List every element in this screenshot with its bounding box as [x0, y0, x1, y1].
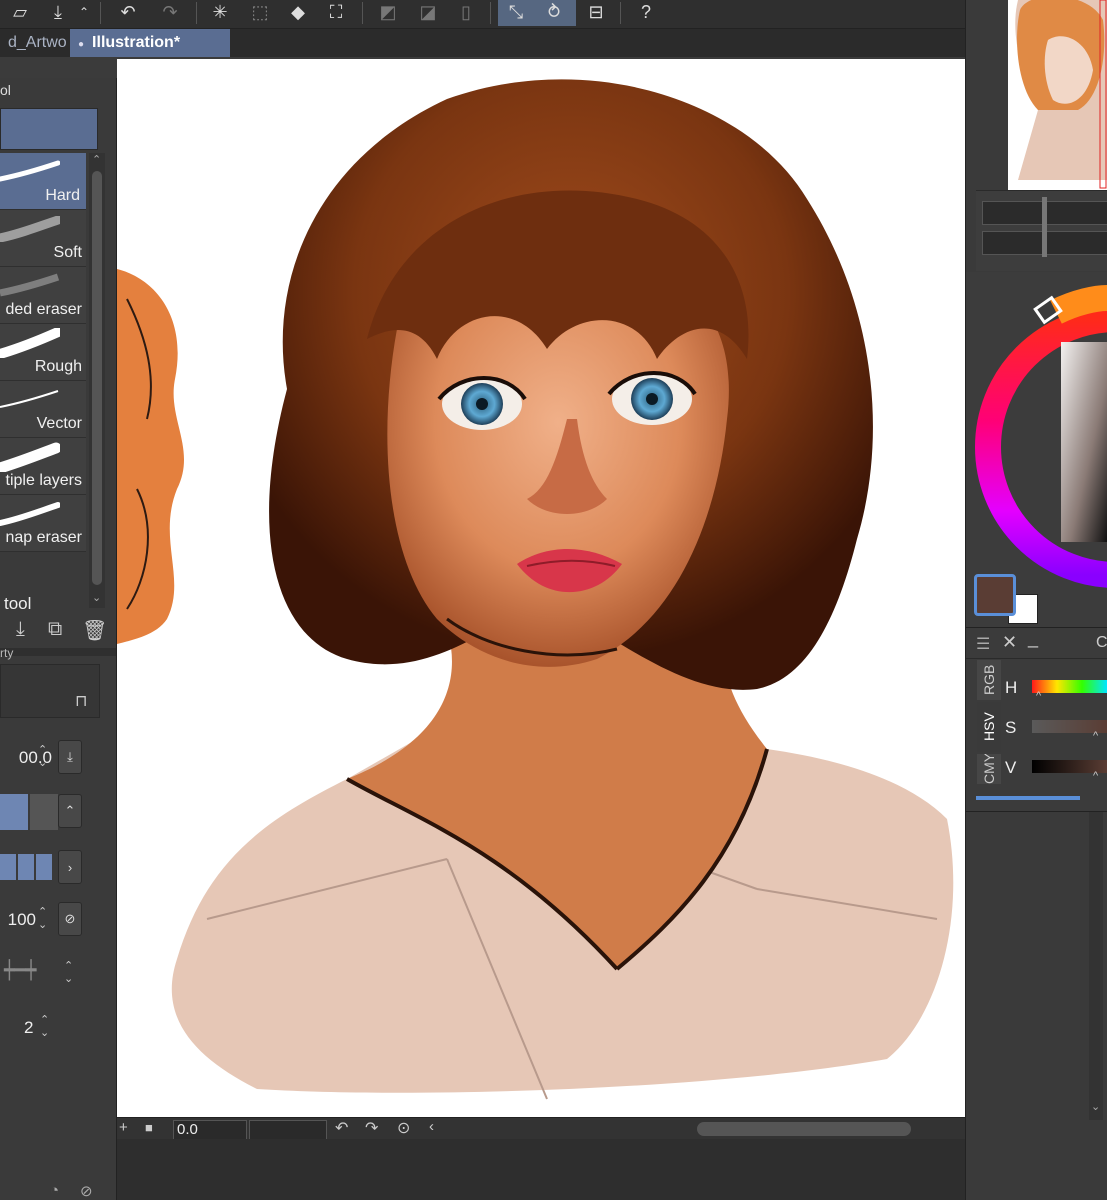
brush-item-hard[interactable]: Hard	[0, 153, 86, 210]
delete-tool-icon[interactable]: 🗑	[82, 618, 107, 643]
primary-color-swatch[interactable]	[974, 574, 1016, 616]
navigator-thumbnail[interactable]	[1008, 0, 1107, 190]
rotation-field[interactable]: 0.0	[173, 1120, 247, 1140]
brush-list-scrollbar[interactable]: ⌃ ⌄	[89, 153, 105, 608]
redo-icon[interactable]: ↷	[156, 0, 184, 24]
saturation-label: S	[1005, 718, 1017, 737]
texture-option-1[interactable]	[0, 854, 16, 880]
hue-label: H	[1005, 678, 1018, 697]
tool-property-preview: ⊓	[0, 664, 100, 718]
undo-icon[interactable]: ↶	[114, 0, 142, 24]
last-setting-value[interactable]: 2	[24, 1018, 33, 1038]
add-icon[interactable]: +	[119, 1119, 128, 1136]
gradient-icon[interactable]: ◪	[414, 0, 442, 24]
opacity-stepper[interactable]: ⌃ ⌄	[38, 906, 47, 932]
clear-selection-icon[interactable]: ⬚	[246, 0, 274, 24]
slider-handle[interactable]	[1042, 197, 1047, 257]
settings-icon[interactable]: ◔	[50, 1182, 59, 1199]
tab-cmy[interactable]: CMY	[977, 754, 1001, 784]
bottom-area	[117, 1139, 1107, 1200]
hard-tip-button[interactable]	[0, 794, 28, 830]
open-folder-icon[interactable]: ▱	[6, 0, 34, 24]
tab-rgb[interactable]: RGB	[977, 660, 1001, 700]
main-toolbar: ▱ ⤓ ⌃ ↶ ↷ ✳ ⬚ ◆ ⛶ ◩ ◪ ▯ ⤡ ⥁ ⊟ ?	[0, 0, 965, 29]
reset-icon[interactable]: ⊘	[80, 1182, 93, 1200]
lock-icon[interactable]: ⊓	[75, 691, 87, 711]
transform-icon[interactable]: ✳	[206, 0, 234, 24]
opacity-value[interactable]: 100	[8, 910, 36, 930]
tab-hsv[interactable]: HSV	[977, 702, 1001, 752]
portrait-illustration	[117, 79, 954, 1100]
minimize-icon[interactable]: _	[1028, 628, 1038, 649]
tab-artwork[interactable]: d_Artwo	[0, 29, 66, 57]
crop-icon[interactable]: ⛶	[322, 0, 350, 24]
brush-item-soft[interactable]: Soft	[0, 210, 86, 267]
canvas-status-bar: + ■ 0.0 ↶ ↷ ⊙ ‹ ›	[117, 1117, 1087, 1140]
sub-tool-group-header[interactable]	[0, 108, 98, 150]
panel-divider	[0, 648, 116, 656]
panel-title: ol	[0, 82, 11, 98]
drawing-canvas[interactable]	[117, 59, 1005, 1117]
brush-item-vector[interactable]: Vector	[0, 381, 86, 438]
brush-item-rough[interactable]: Rough	[0, 324, 86, 381]
texture-next-button[interactable]: ›	[58, 850, 82, 884]
soft-tip-button[interactable]	[30, 794, 58, 830]
tab-illustration[interactable]: ● Illustration*	[70, 29, 230, 57]
last-setting-row: 2 ⌃ ⌄	[0, 1010, 82, 1046]
texture-option-3[interactable]	[36, 854, 52, 880]
value-label: V	[1005, 758, 1017, 777]
stabilization-slider[interactable]: ┿━┿	[4, 960, 37, 981]
navigator-controls	[976, 190, 1107, 271]
opacity-link-button[interactable]: ⊘	[58, 902, 82, 936]
rotation-slider[interactable]	[249, 1120, 327, 1140]
size-preset-button[interactable]: ⤓	[58, 740, 82, 774]
stabilization-stepper[interactable]: ⌃ ⌄	[64, 960, 73, 986]
brush-item-blended-eraser[interactable]: ded eraser	[0, 267, 86, 324]
brush-shape-row: ⌃	[0, 794, 82, 830]
document-tabs: d_Artwo ● Illustration*	[0, 29, 965, 57]
texture-row: ›	[0, 848, 82, 884]
panel-resize-bar[interactable]	[976, 796, 1080, 800]
invert-icon[interactable]: ◩	[374, 0, 402, 24]
layer-icon[interactable]: ▯	[452, 0, 480, 24]
panel-header-letter: C	[1096, 634, 1107, 651]
fill-icon[interactable]: ◆	[284, 0, 312, 24]
stabilization-row: ┿━┿ ⌃ ⌄	[0, 956, 82, 992]
create-tool-icon[interactable]: ⤓	[16, 618, 25, 641]
value-handle[interactable]: ^	[1093, 770, 1098, 782]
property-panel-title: rty	[0, 646, 14, 660]
selection-pen-icon[interactable]: ⤡	[502, 0, 530, 24]
hue-slider[interactable]	[1032, 680, 1107, 693]
duplicate-tool-icon[interactable]: ⧉	[48, 618, 62, 641]
scroll-left-icon[interactable]: ‹	[429, 1118, 434, 1135]
rotate-right-icon[interactable]: ↷	[365, 1118, 378, 1138]
ruler-icon[interactable]: ⊟	[582, 0, 610, 24]
horizontal-scrollbar[interactable]	[697, 1122, 911, 1136]
color-wheel-panel	[966, 272, 1107, 627]
brush-size-row: 00.0 ⌃ ⌄ ⤓	[0, 740, 82, 776]
texture-option-2[interactable]	[18, 854, 34, 880]
size-stepper[interactable]: ⌃ ⌄	[38, 744, 47, 770]
reset-rotation-icon[interactable]: ⊙	[397, 1118, 410, 1138]
saturation-handle[interactable]: ^	[1093, 730, 1098, 742]
selection-eraser-icon[interactable]: ⥁	[540, 0, 568, 24]
close-icon[interactable]: ✕	[1002, 632, 1017, 653]
stop-icon[interactable]: ■	[145, 1120, 153, 1135]
save-icon[interactable]: ⤓	[44, 0, 72, 24]
help-icon[interactable]: ?	[632, 0, 660, 24]
opacity-row: 100 ⌃ ⌄ ⊘	[0, 902, 82, 938]
footer-label: tool	[4, 594, 32, 613]
tip-stepper[interactable]: ⌃	[58, 794, 82, 828]
sub-tool-panel: ol Hard Soft ded eraser Rough Vector tip…	[0, 78, 117, 1200]
hue-handle[interactable]: ^	[1036, 690, 1041, 702]
panel-menu-icon[interactable]: ☰	[976, 634, 990, 654]
rotate-left-icon[interactable]: ↶	[335, 1118, 348, 1138]
last-setting-stepper[interactable]: ⌃ ⌄	[40, 1014, 49, 1040]
brush-item-snap-eraser[interactable]: nap eraser	[0, 495, 86, 552]
brush-item-multiple-layers[interactable]: tiple layers	[0, 438, 86, 495]
save-dropdown-icon[interactable]: ⌃	[76, 0, 92, 24]
